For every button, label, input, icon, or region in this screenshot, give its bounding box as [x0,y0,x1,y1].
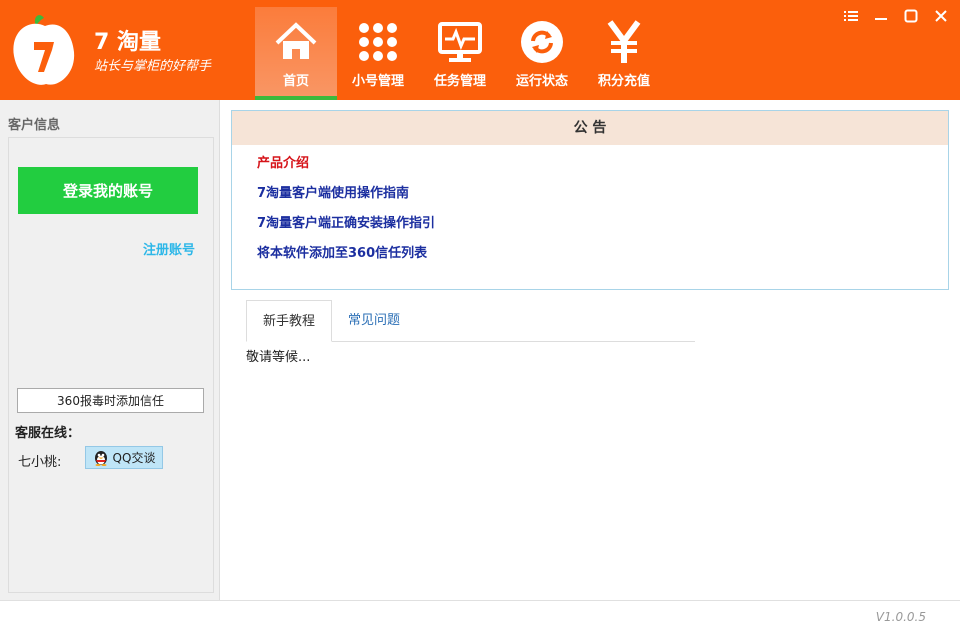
status-footer: V1.0.0.5 [0,600,960,635]
qq-penguin-icon [94,451,107,466]
tab-faq[interactable]: 常见问题 [332,300,416,342]
notice-panel: 公 告 产品介绍 7淘量客户端使用操作指南 7淘量客户端正确安装操作指引 将本软… [231,110,949,290]
help-tabs: 新手教程 常见问题 [246,300,695,342]
nav-label-recharge: 积分充值 [597,74,650,89]
customer-info-panel: 客户信息 登录我的账号 注册账号 360报毒时添加信任 客服在线： 七小桃: Q… [0,100,220,600]
window-controls [840,6,952,26]
brand-name: 7 淘量 [94,30,161,55]
notice-link-product-intro[interactable]: 产品介绍 [257,152,309,171]
service-agent-name: 七小桃: [18,455,62,470]
add-trust-button[interactable]: 360报毒时添加信任 [17,388,204,413]
yen-icon [607,20,641,63]
nav-item-tasks[interactable]: 任务管理 [419,7,501,100]
brand-block: 7 淘量 站长与掌柜的好帮手 [94,30,211,76]
monitor-pulse-icon [438,22,482,62]
qq-chat-button[interactable]: QQ交谈 [85,446,163,469]
home-icon [275,22,317,59]
nav-item-accounts[interactable]: 小号管理 [337,7,419,100]
nav-item-recharge[interactable]: 积分充值 [583,7,665,100]
menu-icon[interactable] [840,6,862,26]
tab-beginner-tutorial[interactable]: 新手教程 [246,300,333,342]
nav-label-tasks: 任务管理 [433,74,486,89]
notice-title: 公 告 [232,111,948,145]
version-label: V1.0.0.5 [875,610,926,624]
notice-link-usage-guide[interactable]: 7淘量客户端使用操作指南 [257,182,409,201]
minimize-icon[interactable] [870,6,892,26]
refresh-icon [521,21,563,63]
close-icon[interactable] [930,6,952,26]
login-button[interactable]: 登录我的账号 [18,167,198,214]
tab-content-text: 敬请等候... [246,350,311,365]
main-nav: 首页 小号管理 任务管理 运行状态 积分充值 [255,7,665,100]
notice-link-install-guide[interactable]: 7淘量客户端正确安装操作指引 [257,212,435,231]
nav-item-status[interactable]: 运行状态 [501,7,583,100]
grid-dots-icon [359,23,397,61]
peach-logo-icon [10,12,80,90]
qq-chat-label: QQ交谈 [112,451,156,465]
register-link[interactable]: 注册账号 [143,239,195,258]
brand-slogan: 站长与掌柜的好帮手 [94,59,212,74]
nav-item-home[interactable]: 首页 [255,7,337,100]
nav-label-accounts: 小号管理 [351,74,404,89]
nav-label-home: 首页 [282,74,309,89]
nav-label-status: 运行状态 [515,74,568,89]
notice-link-360-trust[interactable]: 将本软件添加至360信任列表 [257,242,427,261]
app-header: 7 淘量 站长与掌柜的好帮手 首页 小号管理 任务管理 运行状态 积分充值 [0,0,960,100]
maximize-icon[interactable] [900,6,922,26]
service-online-title: 客服在线： [15,426,81,441]
customer-info-title: 客户信息 [8,118,61,133]
